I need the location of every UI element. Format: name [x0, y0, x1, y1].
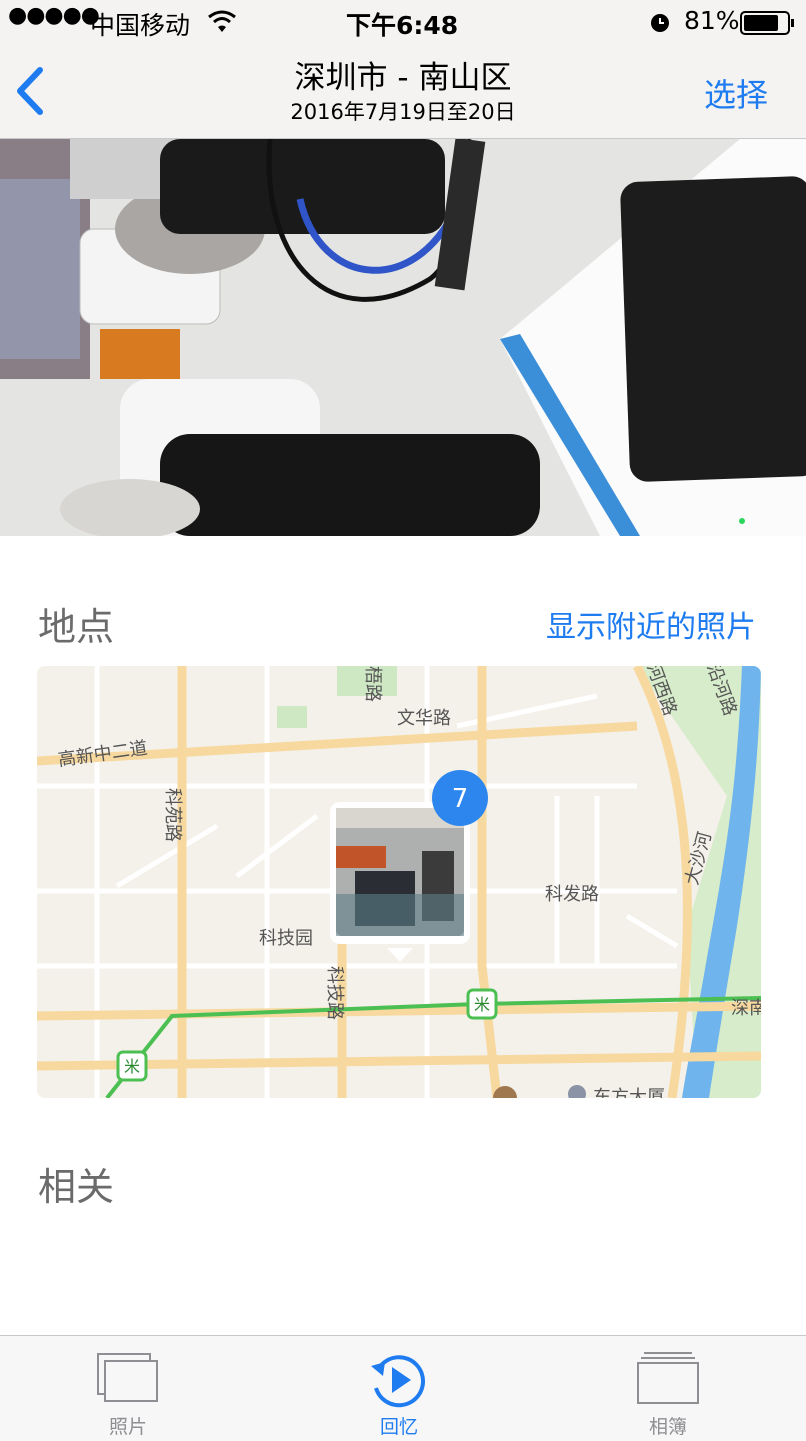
map-label: 科技园	[259, 928, 313, 949]
map-label: 文华路	[397, 708, 451, 729]
albums-icon	[637, 1352, 699, 1404]
tab-bar: 照片 回忆 相簿	[0, 1335, 806, 1441]
svg-text:米: 米	[474, 995, 490, 1014]
clock-time: 下午6:48	[346, 11, 459, 40]
show-nearby-photos-link[interactable]: 显示附近的照片	[546, 602, 756, 646]
map-label: 东方大厦	[593, 1087, 665, 1098]
signal-strength: ●●●●●	[8, 3, 100, 28]
photo-count-badge: 7	[452, 784, 469, 814]
select-button[interactable]: 选择	[704, 70, 768, 116]
map-label: 深南	[731, 998, 761, 1019]
tab-memories[interactable]: 回忆	[329, 1336, 469, 1441]
wifi-icon	[208, 10, 236, 32]
page-subtitle: 2016年7月19日至20日	[290, 100, 516, 124]
tab-label: 照片	[108, 1416, 147, 1438]
alarm-icon	[651, 14, 669, 32]
page-title: 深圳市 - 南山区	[294, 60, 512, 96]
tab-albums[interactable]: 相簿	[598, 1336, 738, 1441]
tab-label: 相簿	[648, 1416, 687, 1438]
hero-photo[interactable]	[0, 139, 806, 536]
metro-station-icon: 米	[466, 988, 498, 1020]
map-label: 科发路	[545, 884, 599, 905]
map-label: 科技路	[324, 966, 345, 1020]
places-heading: 地点	[38, 605, 115, 649]
navigation-bar: 深圳市 - 南山区 2016年7月19日至20日 选择	[0, 44, 806, 139]
battery-icon	[740, 11, 794, 35]
map-label: 科苑路	[162, 788, 183, 842]
map-label: 梧路	[362, 666, 383, 702]
carrier-name: 中国移动	[90, 11, 191, 40]
places-map[interactable]: 米 米 高新中二道 科苑路 文华路 梧路 科技园 科技路 科发路 河西路 沿河路…	[37, 666, 761, 1098]
memories-icon	[371, 1355, 426, 1408]
related-heading: 相关	[38, 1165, 115, 1209]
photos-icon	[97, 1353, 158, 1402]
metro-station-icon: 米	[116, 1050, 148, 1082]
battery-percent: 81%	[684, 6, 740, 35]
svg-text:米: 米	[124, 1057, 140, 1076]
tab-label: 回忆	[379, 1416, 418, 1438]
status-bar: ●●●●● 中国移动 下午6:48 81%	[0, 0, 806, 44]
tab-photos[interactable]: 照片	[58, 1336, 198, 1441]
